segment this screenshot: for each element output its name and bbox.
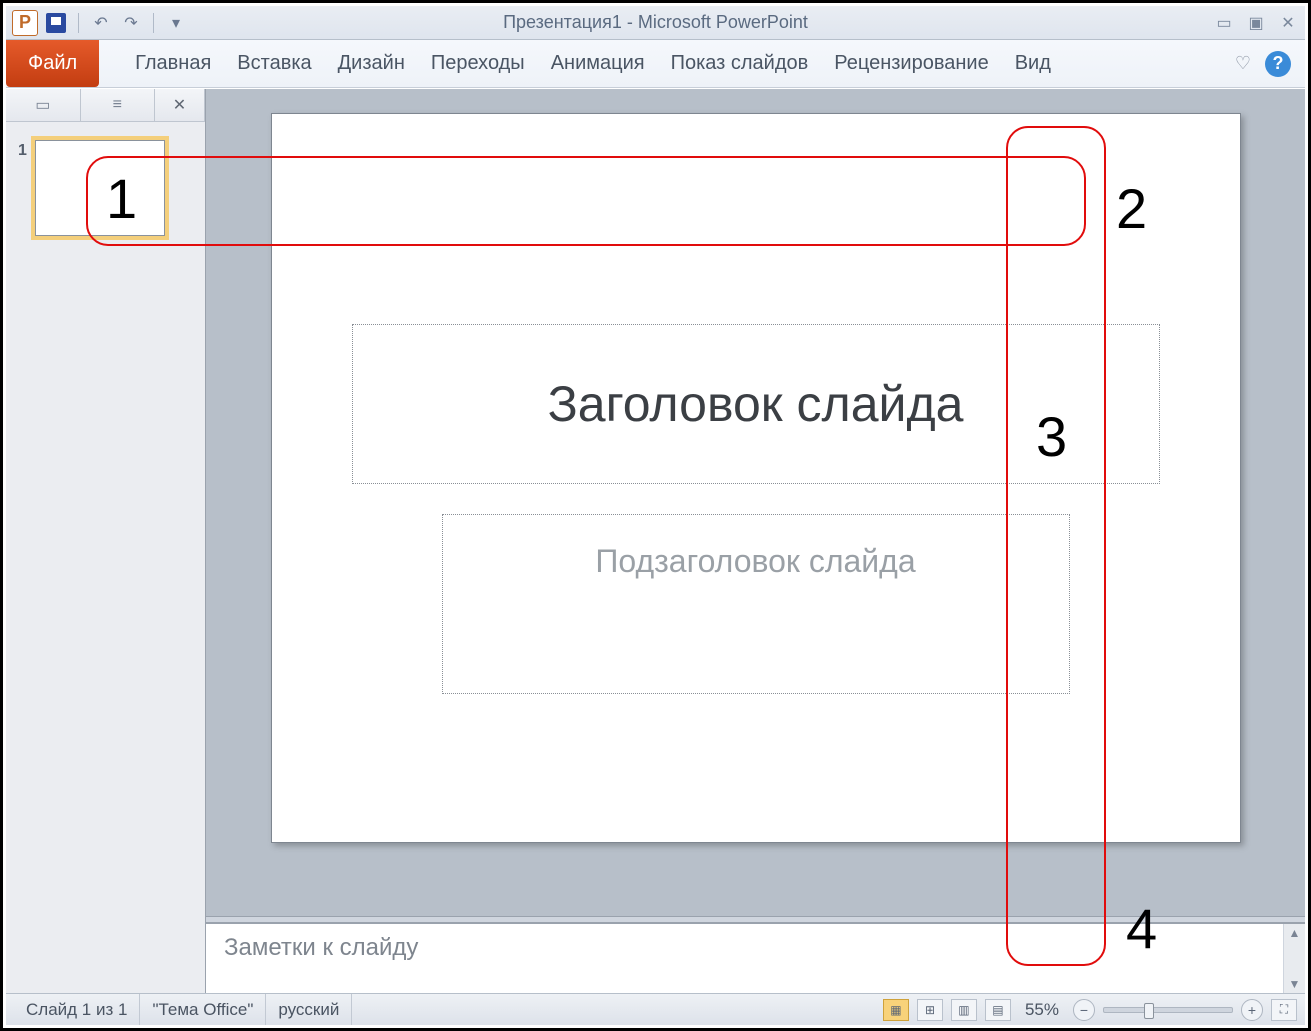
view-slideshow-button[interactable]: ▤	[985, 999, 1011, 1021]
zoom-out-button[interactable]: −	[1073, 999, 1095, 1021]
thumbnail-item[interactable]: 1	[18, 140, 193, 236]
subtitle-placeholder-text: Подзаголовок слайда	[595, 543, 915, 580]
tab-animations[interactable]: Анимация	[551, 52, 645, 75]
status-theme: "Тема Office"	[140, 994, 266, 1025]
notes-scrollbar[interactable]: ▲ ▼	[1283, 924, 1305, 993]
fit-to-window-button[interactable]: ⛶	[1271, 999, 1297, 1021]
tab-design[interactable]: Дизайн	[338, 52, 405, 75]
editor-column: Заголовок слайда Подзаголовок слайда Зам…	[206, 89, 1305, 993]
slide-stage: Заголовок слайда Подзаголовок слайда	[206, 89, 1305, 916]
scroll-down-icon[interactable]: ▼	[1289, 977, 1301, 991]
quick-access-toolbar: ↶ ↷ ▾	[44, 11, 188, 35]
redo-button[interactable]: ↷	[119, 11, 143, 35]
thumbnails-list: 1	[6, 122, 205, 993]
title-bar: P ↶ ↷ ▾ Презентация1 - Microsoft PowerPo…	[6, 6, 1305, 40]
separator	[153, 13, 154, 33]
notes-placeholder-text: Заметки к слайду	[224, 934, 418, 961]
zoom-level[interactable]: 55%	[1019, 1000, 1065, 1020]
thumbnail-index: 1	[18, 140, 27, 160]
close-button[interactable]: ✕	[1277, 13, 1299, 33]
tab-review[interactable]: Рецензирование	[834, 52, 988, 75]
tab-insert[interactable]: Вставка	[237, 52, 311, 75]
status-right: ▦ ⊞ ▥ ▤ 55% − + ⛶	[883, 994, 1297, 1025]
view-reading-button[interactable]: ▥	[951, 999, 977, 1021]
title-placeholder-text: Заголовок слайда	[548, 375, 964, 433]
maximize-button[interactable]: ▣	[1245, 13, 1267, 33]
separator	[78, 13, 79, 33]
qat-customize-button[interactable]: ▾	[164, 11, 188, 35]
status-bar: Слайд 1 из 1 "Тема Office" русский ▦ ⊞ ▥…	[6, 993, 1305, 1025]
minimize-button[interactable]: ▭	[1213, 13, 1235, 33]
help-button[interactable]: ?	[1265, 51, 1291, 77]
thumbnail-preview[interactable]	[35, 140, 165, 236]
ribbon-minimize-icon[interactable]: ♡	[1235, 53, 1251, 74]
title-placeholder[interactable]: Заголовок слайда	[352, 324, 1160, 484]
view-sorter-button[interactable]: ⊞	[917, 999, 943, 1021]
view-normal-button[interactable]: ▦	[883, 999, 909, 1021]
notes-pane[interactable]: Заметки к слайду ▲ ▼	[206, 923, 1305, 993]
file-tab[interactable]: Файл	[6, 40, 99, 87]
slides-pane: ▭ ≡ ✕ 1	[6, 89, 206, 993]
tab-transitions[interactable]: Переходы	[431, 52, 525, 75]
zoom-in-button[interactable]: +	[1241, 999, 1263, 1021]
window-controls: ▭ ▣ ✕	[1213, 13, 1299, 33]
subtitle-placeholder[interactable]: Подзаголовок слайда	[442, 514, 1070, 694]
status-slide-info: Слайд 1 из 1	[14, 994, 140, 1025]
notes-splitter[interactable]	[206, 916, 1305, 923]
tab-home[interactable]: Главная	[135, 52, 211, 75]
slides-tab[interactable]: ▭	[6, 89, 81, 121]
zoom-slider-thumb[interactable]	[1144, 1003, 1154, 1019]
tab-view[interactable]: Вид	[1015, 52, 1051, 75]
ribbon: Файл Главная Вставка Дизайн Переходы Ани…	[6, 40, 1305, 88]
undo-button[interactable]: ↶	[89, 11, 113, 35]
outline-tab[interactable]: ≡	[81, 89, 156, 121]
save-button[interactable]	[44, 11, 68, 35]
scroll-up-icon[interactable]: ▲	[1289, 926, 1301, 940]
status-language[interactable]: русский	[266, 994, 352, 1025]
app-logo-icon: P	[12, 10, 38, 36]
window-title: Презентация1 - Microsoft PowerPoint	[503, 12, 808, 33]
slides-pane-tabs: ▭ ≡ ✕	[6, 89, 205, 122]
slide-canvas[interactable]: Заголовок слайда Подзаголовок слайда	[271, 113, 1241, 843]
tab-slideshow[interactable]: Показ слайдов	[671, 52, 809, 75]
close-pane-button[interactable]: ✕	[155, 89, 205, 121]
zoom-slider[interactable]	[1103, 1007, 1233, 1013]
workspace: ▭ ≡ ✕ 1 Заголовок слайда Подзаголов	[6, 89, 1305, 993]
